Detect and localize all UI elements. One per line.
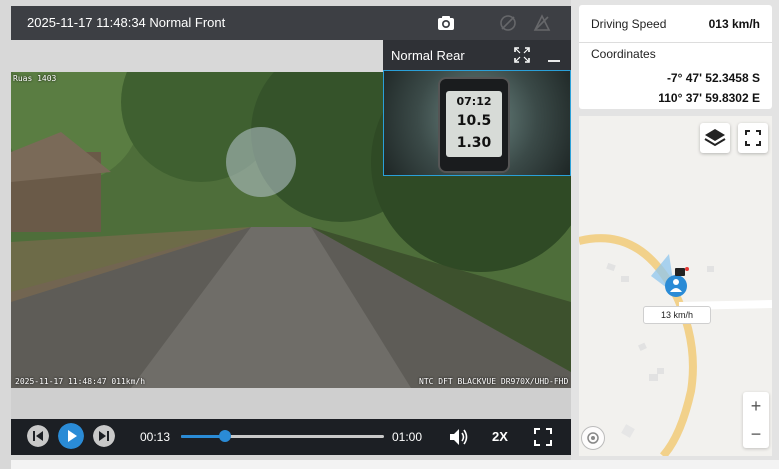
playback-controls: 00:13 01:00 2X bbox=[11, 419, 571, 455]
map-attribution-icon[interactable] bbox=[581, 426, 605, 450]
next-frame-icon[interactable] bbox=[93, 425, 115, 447]
zoom-out-button[interactable]: − bbox=[743, 420, 769, 448]
rear-camera-pip[interactable]: Normal Rear 07:12 10.5 1.30 bbox=[383, 40, 571, 176]
previous-frame-icon[interactable] bbox=[27, 425, 49, 447]
driving-speed-label: Driving Speed bbox=[591, 17, 667, 31]
map-fullscreen-button[interactable] bbox=[738, 123, 768, 153]
snapshot-camera-icon[interactable] bbox=[436, 13, 456, 33]
play-icon[interactable] bbox=[58, 423, 84, 449]
latitude-value: -7° 47' 52.3458 S bbox=[666, 71, 760, 85]
volume-icon[interactable] bbox=[448, 427, 470, 447]
rear-camera-title: Normal Rear bbox=[391, 48, 465, 63]
zoom-in-button[interactable]: + bbox=[743, 392, 769, 420]
rear-video-frame: 07:12 10.5 1.30 bbox=[383, 70, 571, 176]
osd-device-text: NTC DFT BLACKVUE DR970X/UHD-FHD bbox=[419, 377, 569, 386]
gauge-distance: 10.5 bbox=[456, 113, 492, 129]
longitude-value: 110° 37' 59.8302 E bbox=[658, 91, 760, 105]
front-camera-title: 2025-11-17 11:48:34 Normal Front bbox=[27, 15, 226, 30]
player-spacer bbox=[11, 388, 571, 419]
gauge-time: 07:12 bbox=[456, 95, 492, 108]
flip-icon[interactable] bbox=[532, 13, 552, 33]
front-camera-header: 2025-11-17 11:48:34 Normal Front bbox=[11, 6, 571, 40]
map-view[interactable]: 13 km/h + − bbox=[579, 116, 772, 456]
expand-icon[interactable] bbox=[513, 46, 531, 64]
coordinates-label: Coordinates bbox=[591, 47, 656, 61]
rear-camera-header: Normal Rear bbox=[383, 40, 571, 70]
osd-location-text: Ruas 1403 bbox=[13, 74, 57, 83]
map-layers-button[interactable] bbox=[700, 123, 730, 153]
divider bbox=[579, 42, 772, 43]
osd-timestamp-text: 2025-11-17 11:48:47 011km/h bbox=[15, 377, 146, 386]
total-time: 01:00 bbox=[392, 430, 423, 444]
driving-speed-value: 013 km/h bbox=[708, 17, 760, 31]
trip-info-panel: Driving Speed 013 km/h Coordinates -7° 4… bbox=[579, 5, 772, 109]
minimize-icon[interactable] bbox=[546, 46, 562, 64]
bike-computer-image: 07:12 10.5 1.30 bbox=[438, 77, 510, 173]
seek-bar[interactable] bbox=[181, 430, 384, 442]
rotate-icon[interactable] bbox=[498, 13, 518, 33]
layers-icon bbox=[704, 129, 726, 147]
bottom-strip bbox=[11, 460, 779, 469]
video-player-panel: 2025-11-17 11:48:34 Normal Front Ruas 14… bbox=[0, 0, 571, 469]
map-zoom-control: + − bbox=[743, 392, 769, 448]
fullscreen-icon[interactable] bbox=[533, 427, 553, 447]
current-time: 00:13 bbox=[140, 430, 171, 444]
map-speed-badge: 13 km/h bbox=[643, 306, 711, 324]
seek-bar-thumb[interactable] bbox=[219, 430, 232, 442]
playback-speed-button[interactable]: 2X bbox=[492, 429, 508, 444]
gauge-speed: 1.30 bbox=[456, 135, 492, 151]
fullscreen-icon bbox=[745, 130, 761, 146]
